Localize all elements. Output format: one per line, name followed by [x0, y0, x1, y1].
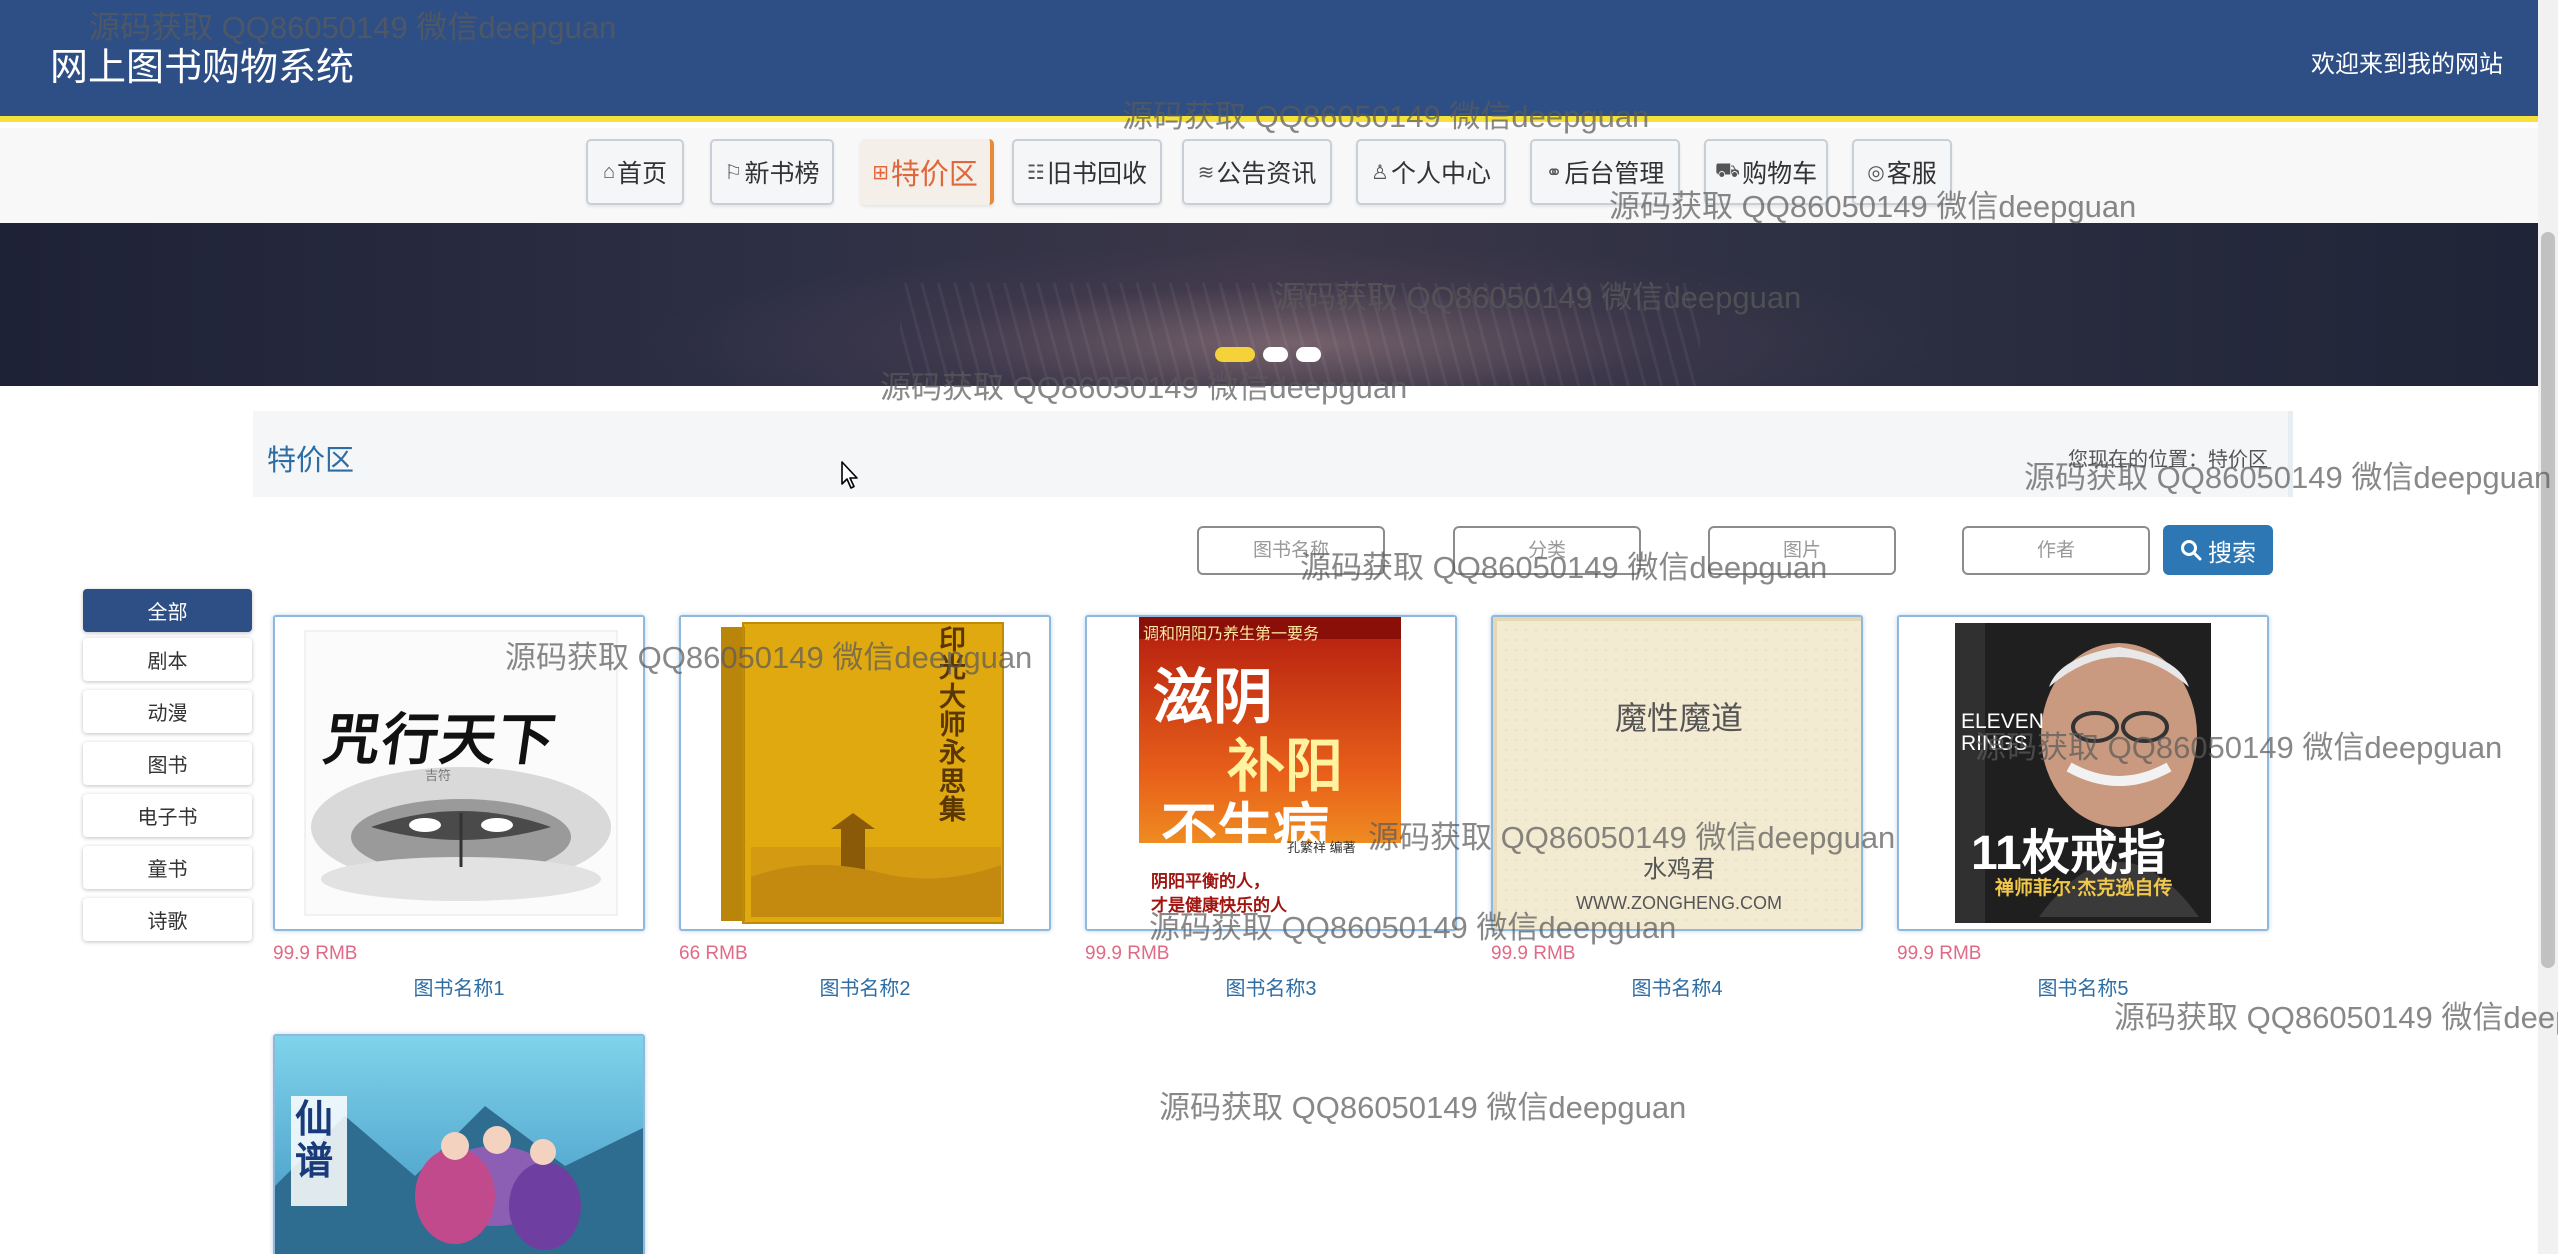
- nav-customer-service[interactable]: ◎ 客服: [1852, 139, 1952, 205]
- book-cover-tagline-1: 阴阳平衡的人，: [1151, 872, 1270, 891]
- book-cover-tagline-2: 才是健康快乐的人: [1151, 896, 1287, 915]
- book-name-5[interactable]: 图书名称5: [1897, 972, 2269, 1001]
- flag-icon: ⚐: [724, 161, 743, 184]
- book-price-5: 99.9 RMB: [1897, 943, 1982, 964]
- nav-announcements[interactable]: ≋ 公告资讯: [1182, 139, 1332, 205]
- book-cover-5[interactable]: ELEVEN RINGS 11枚戒指 禅师菲尔·杰克逊自传: [1897, 615, 2269, 931]
- breadcrumb: 您现在的位置：特价区: [2068, 449, 2268, 471]
- book-cover-title: 仙谱: [295, 1096, 334, 1183]
- nav-label: 公告资讯: [1216, 160, 1317, 188]
- nav-new-books[interactable]: ⚐ 新书榜: [710, 139, 834, 205]
- category-poetry[interactable]: 诗歌: [83, 898, 252, 941]
- nav-book-recycling[interactable]: ☷ 旧书回收: [1012, 139, 1162, 205]
- book-price-3: 99.9 RMB: [1085, 943, 1170, 964]
- book-cover-author: 孔繁祥 编著: [1287, 840, 1356, 855]
- nav-special-offers[interactable]: ⊞ 特价区: [860, 139, 994, 205]
- carousel-dot-3[interactable]: [1296, 347, 1321, 362]
- image-input[interactable]: [1708, 526, 1896, 575]
- nav-admin[interactable]: ⚭ 后台管理: [1530, 139, 1680, 205]
- search-icon: [2181, 540, 2202, 561]
- main-nav: ⌂ 首页 ⚐ 新书榜 ⊞ 特价区 ☷ 旧书回收 ≋ 公告资讯 ♙ 个人中心 ⚭ 后台管理 ⛟ 购…: [0, 128, 2538, 223]
- book-cover-6[interactable]: 仙谱: [273, 1034, 645, 1254]
- cart-icon: ⛟: [1714, 159, 1741, 182]
- category-ebooks[interactable]: 电子书: [83, 794, 252, 837]
- book-name-4[interactable]: 图书名称4: [1491, 972, 1863, 1001]
- category-input[interactable]: [1453, 526, 1641, 575]
- watermark: 源码获取 QQ86050149 微信deepguan: [1159, 1090, 1687, 1125]
- nav-label: 个人中心: [1390, 160, 1491, 188]
- nav-label: 客服: [1886, 160, 1937, 188]
- book-price-2: 66 RMB: [679, 943, 748, 964]
- carousel-dot-2[interactable]: [1263, 347, 1288, 362]
- chat-icon: ◎: [1867, 161, 1885, 184]
- search-button[interactable]: 搜索: [2163, 525, 2273, 575]
- page-title: 特价区: [267, 445, 355, 477]
- category-anime[interactable]: 动漫: [83, 690, 252, 733]
- book-cover-2[interactable]: 印光大师永思集: [679, 615, 1051, 931]
- book-cover-4[interactable]: 魔性魔道 水鸡君 WWW.ZONGHENG.COM: [1491, 615, 1863, 931]
- book-price-1: 99.9 RMB: [273, 943, 358, 964]
- nav-label: 特价区: [890, 159, 978, 191]
- book-cover-image: [681, 617, 1049, 929]
- nav-label: 购物车: [1742, 160, 1818, 188]
- banner-carousel: [0, 223, 2538, 386]
- carousel-indicators: [1215, 347, 1321, 362]
- book-name-1[interactable]: 图书名称1: [273, 972, 645, 1001]
- nav-label: 新书榜: [744, 160, 820, 188]
- user-icon: ♙: [1371, 161, 1389, 184]
- book-name-3[interactable]: 图书名称3: [1085, 972, 1457, 1001]
- scrollbar-thumb[interactable]: [2541, 232, 2555, 968]
- sliders-icon: ☷: [1027, 161, 1045, 184]
- author-input[interactable]: [1962, 526, 2150, 575]
- book-cover-title: 魔性魔道: [1614, 700, 1743, 736]
- search-button-label: 搜索: [2208, 539, 2256, 567]
- home-icon: ⌂: [602, 160, 616, 183]
- book-cover-1[interactable]: 咒行天下 吉符: [273, 615, 645, 931]
- book-name-2[interactable]: 图书名称2: [679, 972, 1051, 1001]
- mouse-cursor-icon: [841, 461, 858, 489]
- category-books[interactable]: 图书: [83, 742, 252, 785]
- book-cover-3[interactable]: 调和阴阳乃养生第一要务 滋阴 补阳 不生病 孔繁祥 编著 阴阳平衡的人， 才是健…: [1085, 615, 1457, 931]
- nav-cart[interactable]: ⛟ 购物车: [1704, 139, 1828, 205]
- link-icon: ⚭: [1545, 161, 1563, 184]
- welcome-text: 欢迎来到我的网站: [2311, 51, 2503, 78]
- layers-icon: ≋: [1197, 161, 1215, 184]
- nav-home[interactable]: ⌂ 首页: [586, 139, 684, 205]
- nav-label: 旧书回收: [1046, 160, 1147, 188]
- book-cover-author: 吉符: [425, 768, 452, 783]
- book-name-input[interactable]: [1197, 526, 1385, 575]
- page-heading-bar: 特价区 您现在的位置：特价区: [253, 411, 2293, 497]
- book-cover-url: WWW.ZONGHENG.COM: [1576, 893, 1782, 913]
- carousel-dot-1[interactable]: [1215, 347, 1255, 362]
- site-title[interactable]: 网上图书购物系统: [50, 36, 354, 91]
- book-cover-top: ELEVEN RINGS: [1961, 710, 2044, 756]
- book-cover-subtitle: 禅师菲尔·杰克逊自传: [1995, 878, 2173, 899]
- book-cover-title: 印光大师永思集: [939, 625, 966, 827]
- book-price-4: 99.9 RMB: [1491, 943, 1576, 964]
- grid-icon: ⊞: [872, 161, 889, 184]
- book-cover-author: 水鸡君: [1643, 856, 1715, 883]
- site-header: 网上图书购物系统 欢迎来到我的网站: [0, 0, 2538, 122]
- nav-user-center[interactable]: ♙ 个人中心: [1356, 139, 1506, 205]
- book-cover-top: 调和阴阳乃养生第一要务: [1143, 626, 1320, 643]
- category-all[interactable]: 全部: [83, 589, 252, 632]
- nav-label: 后台管理: [1564, 160, 1665, 188]
- category-children[interactable]: 童书: [83, 846, 252, 889]
- book-cover-title: 咒行天下: [319, 707, 562, 773]
- nav-label: 首页: [617, 160, 668, 188]
- category-script[interactable]: 剧本: [83, 638, 252, 681]
